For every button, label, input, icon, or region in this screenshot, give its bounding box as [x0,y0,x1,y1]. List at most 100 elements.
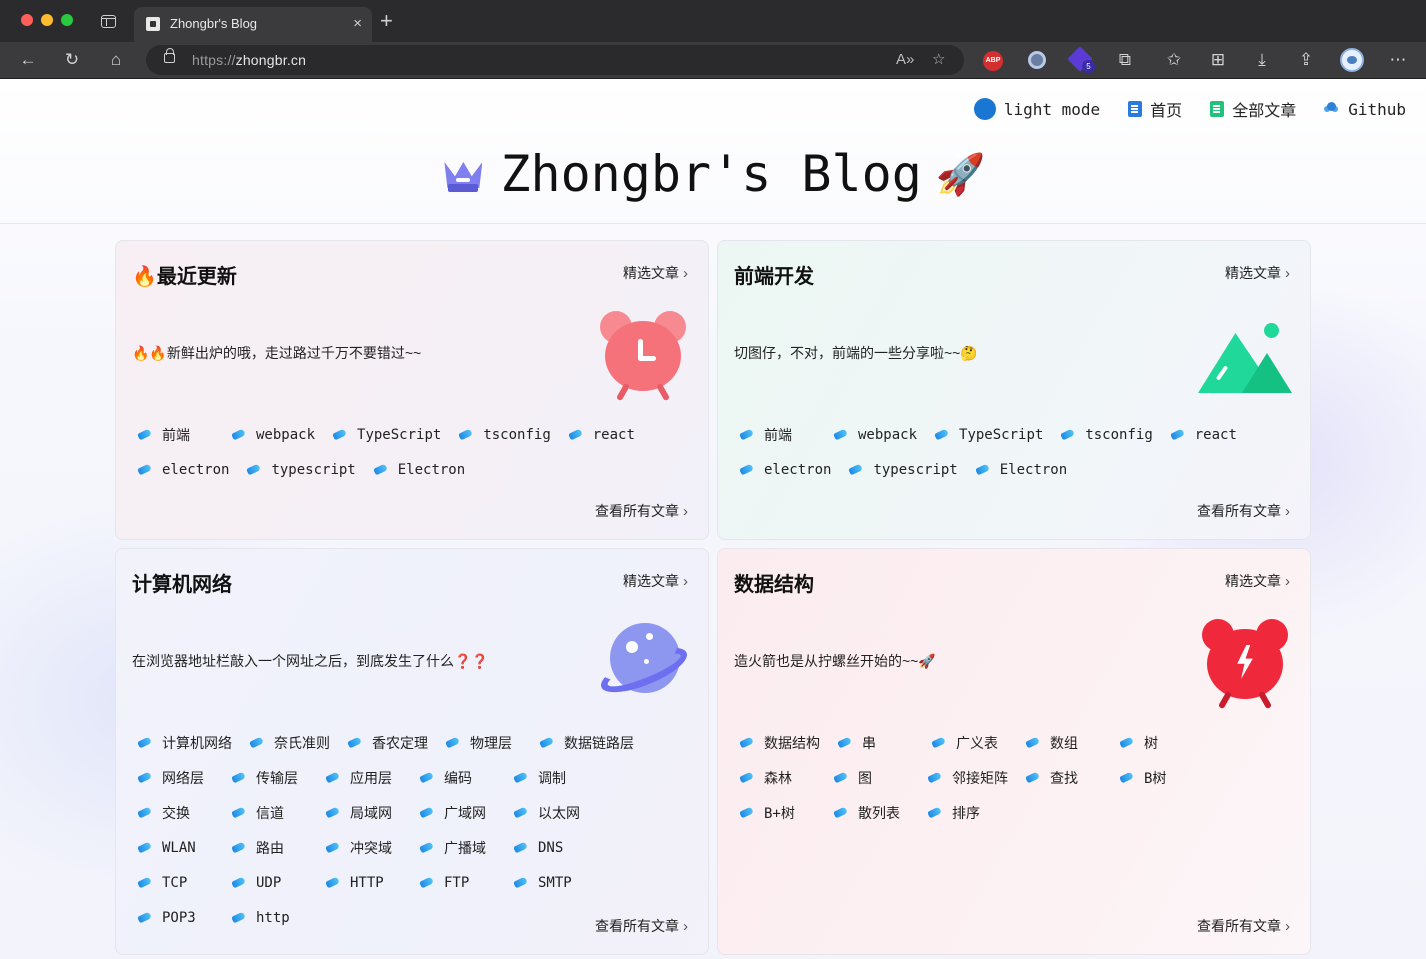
tag-item[interactable]: 网络层 [137,767,214,788]
tag-item[interactable]: 前端 [137,424,214,445]
tag-item[interactable]: react [1169,424,1237,445]
theme-label: light mode [1003,99,1101,119]
maximize-window-button[interactable] [61,14,73,26]
lock-icon[interactable] [164,48,175,63]
tag-item[interactable]: 数组 [1025,732,1102,753]
tag-item[interactable]: 局域网 [325,802,402,823]
tab-actions-icon[interactable] [101,15,116,28]
tag-item[interactable]: 香农定理 [347,732,428,753]
profile-avatar[interactable] [1340,48,1364,72]
tab-title: Zhongbr's Blog [170,16,258,31]
tag-item[interactable]: tsconfig [1060,424,1153,445]
tag-item[interactable]: typescript [246,459,356,480]
downloads-icon[interactable]: ⤓ [1250,48,1274,72]
tag-item[interactable]: 散列表 [833,802,910,823]
tag-item[interactable]: 交换 [137,802,214,823]
tag-item[interactable]: WLAN [137,837,214,858]
tag-item[interactable]: UDP [231,872,308,893]
more-menu-icon[interactable]: ⋯ [1386,48,1410,72]
tag-item[interactable]: typescript [848,459,958,480]
nav-home[interactable]: 首页 [1128,97,1182,121]
tag-item[interactable]: webpack [833,424,917,445]
tag-item[interactable]: POP3 [137,907,214,928]
view-all-posts-link[interactable]: 查看所有文章 [595,501,688,521]
tag-item[interactable]: HTTP [325,872,402,893]
view-all-posts-link[interactable]: 查看所有文章 [1197,501,1290,521]
tag-item[interactable]: DNS [513,837,590,858]
tag-item[interactable]: Electron [372,459,465,480]
tag-item[interactable]: electron [137,459,229,480]
view-all-posts-link[interactable]: 查看所有文章 [1197,916,1290,936]
minimize-window-button[interactable] [41,14,53,26]
tag-item[interactable]: 串 [837,732,914,753]
home-icon[interactable]: ⌂ [104,48,128,72]
share-icon[interactable]: ⇪ [1294,48,1318,72]
tag-item[interactable]: 路由 [231,837,308,858]
featured-posts-link[interactable]: 精选文章 [1225,263,1290,283]
tag-item[interactable]: 调制 [513,767,590,788]
tag-item[interactable]: 物理层 [445,732,522,753]
tag-item[interactable]: 编码 [419,767,496,788]
tag-item[interactable]: react [567,424,635,445]
tag-item[interactable]: 信道 [231,802,308,823]
tag-item[interactable]: 广播域 [419,837,496,858]
close-window-button[interactable] [21,14,33,26]
tag-item[interactable]: 邻接矩阵 [927,767,1008,788]
adblock-extension-icon[interactable]: ABP [983,51,1003,71]
featured-posts-link[interactable]: 精选文章 [623,263,688,283]
featured-posts-link[interactable]: 精选文章 [623,571,688,591]
tag-label: SMTP [538,874,572,891]
tag-item[interactable]: 以太网 [513,802,590,823]
tag-item[interactable]: 前端 [739,424,816,445]
tag-item[interactable]: 排序 [927,802,1004,823]
tag-item[interactable]: tsconfig [458,424,551,445]
extensions-icon[interactable]: ⧉ [1113,48,1137,72]
tag-item[interactable]: B+树 [739,802,816,823]
nav-github[interactable]: Github [1324,100,1406,119]
browser-tab-active[interactable]: Zhongbr's Blog × [134,7,372,42]
address-bar[interactable]: https://zhongbr.cn A» ☆ [146,45,964,75]
tag-label: http [256,909,290,926]
tag-item[interactable]: 奈氏准则 [249,732,330,753]
theme-toggle[interactable]: light mode [973,98,1101,120]
view-all-posts-link[interactable]: 查看所有文章 [595,916,688,936]
tag-item[interactable]: 图 [833,767,910,788]
tag-item[interactable]: TCP [137,872,214,893]
tag-item[interactable]: 森林 [739,767,816,788]
add-favorite-icon[interactable]: ☆ [932,49,945,71]
tag-item[interactable]: 数据链路层 [539,732,634,753]
tag-item[interactable]: 树 [1119,732,1196,753]
extension-circle-icon[interactable] [1028,51,1046,69]
tag-item[interactable]: webpack [231,424,315,445]
nav-all-posts[interactable]: 全部文章 [1210,97,1296,121]
tag-item[interactable]: B树 [1119,767,1196,788]
tag-item[interactable]: 广域网 [419,802,496,823]
tag-item[interactable]: 冲突域 [325,837,402,858]
tag-item[interactable]: 广义表 [931,732,1008,753]
page: light mode 首页 全部文章 Github Zhongbr's Blog… [0,79,1426,959]
featured-posts-link[interactable]: 精选文章 [1225,571,1290,591]
tag-icon [934,428,949,441]
new-tab-button[interactable]: + [380,9,393,33]
tag-item[interactable]: TypeScript [934,424,1043,445]
tag-item[interactable]: FTP [419,872,496,893]
tag-item[interactable]: 计算机网络 [137,732,232,753]
tag-item[interactable]: SMTP [513,872,590,893]
tag-item[interactable]: 应用层 [325,767,402,788]
favorites-icon[interactable]: ✩ [1162,48,1186,72]
url-text[interactable]: https://zhongbr.cn [192,52,306,68]
tag-icon [325,806,340,819]
tab-close-icon[interactable]: × [353,14,362,34]
read-aloud-icon[interactable]: A» [896,49,914,71]
tag-item[interactable]: 查找 [1025,767,1102,788]
site-title-text: Zhongbr's Blog [500,145,922,203]
tag-item[interactable]: electron [739,459,831,480]
tag-item[interactable]: 传输层 [231,767,308,788]
tag-item[interactable]: http [231,907,308,928]
tag-item[interactable]: Electron [974,459,1067,480]
back-icon[interactable]: ← [16,48,40,72]
reload-icon[interactable]: ↻ [60,48,84,72]
tag-item[interactable]: TypeScript [332,424,441,445]
tag-item[interactable]: 数据结构 [739,732,820,753]
collections-icon[interactable]: ⊞ [1206,48,1230,72]
